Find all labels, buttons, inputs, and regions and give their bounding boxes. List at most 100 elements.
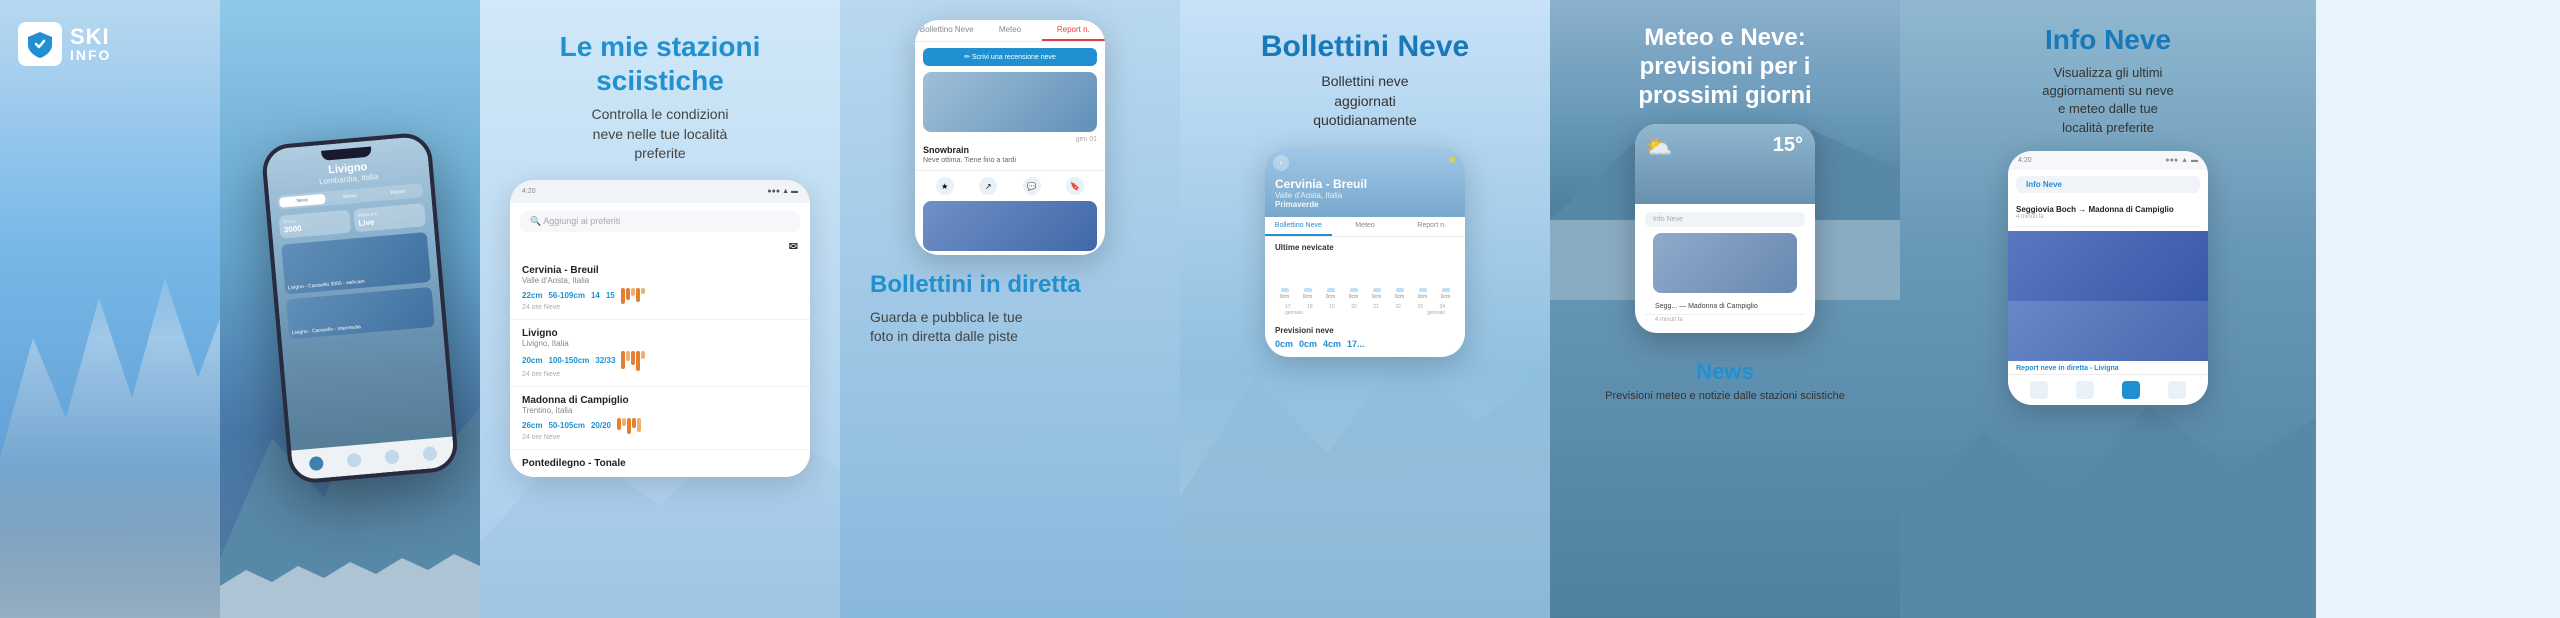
section-phone-hero: Livigno Lombardia, Italia Neve Meteo Rep… bbox=[220, 0, 480, 618]
boll-bar-2: 0cm bbox=[1321, 288, 1340, 300]
diretta-actions: ★ ↗ 💬 🔖 bbox=[915, 170, 1105, 201]
info-neve-signal: ●●● bbox=[2165, 157, 2178, 164]
fav-item-pontedilegno: Pontedilegno - Tonale bbox=[510, 450, 810, 477]
boll-month-row: gennaio gennaio bbox=[1275, 310, 1455, 316]
meteo-news-item-1-meta: 4 minuti fa bbox=[1645, 315, 1805, 325]
boll-bar-2-fill bbox=[1327, 288, 1335, 292]
news-title: News bbox=[1574, 359, 1876, 385]
boll-bar-7: 0cm bbox=[1436, 288, 1455, 300]
phone-tab-meteo[interactable]: Meteo bbox=[327, 190, 374, 204]
section-favorites: Le mie stazioni sciistiche Controlla le … bbox=[480, 0, 840, 618]
info-neve-phone-header: 4:20 ●●● ▲ ▬ bbox=[2008, 151, 2208, 170]
info-neve-list: Seggiovia Boch → Madonna di Campiglio 4 … bbox=[2008, 199, 2208, 227]
phone-info-card-2: Webcam Live bbox=[353, 203, 426, 232]
info-neve-time: 4:20 bbox=[2018, 157, 2032, 164]
boll-bar-4-fill bbox=[1373, 288, 1381, 292]
diretta-item-name: Snowbrain bbox=[915, 145, 1105, 157]
cervinia-stat-4: 15 bbox=[606, 291, 615, 300]
phone-webcam-row-2: Livigno - Carosello - intermedia bbox=[286, 287, 435, 340]
boll-tab-meteo[interactable]: Meteo bbox=[1332, 217, 1399, 236]
info-neve-footer-link[interactable]: Report neve in diretta - Livigna bbox=[2008, 361, 2208, 374]
info-neve-search-label[interactable]: Info Neve bbox=[2016, 176, 2200, 193]
boll-bar-4: 0cm bbox=[1367, 288, 1386, 300]
signal-icon: ●●● bbox=[767, 188, 780, 195]
boll-bar-4-label: 0cm bbox=[1372, 294, 1381, 300]
action-bookmark[interactable]: 🔖 bbox=[1066, 177, 1084, 195]
info-neve-wifi: ▲ bbox=[2181, 157, 2188, 164]
section-info-neve: Info Neve Visualizza gli ultimi aggiorna… bbox=[1900, 0, 2316, 618]
boll-bar-3-label: 0cm bbox=[1349, 294, 1358, 300]
action-star[interactable]: ★ bbox=[936, 177, 954, 195]
diretta-tab-report[interactable]: Report n. bbox=[1042, 20, 1105, 41]
boll-tab-report[interactable]: Report n. bbox=[1398, 217, 1465, 236]
cervinia-stat-3: 14 bbox=[591, 291, 600, 300]
section-diretta: Bollettino Neve Meteo Report n. ✏ Scrivi… bbox=[840, 0, 1180, 618]
meteo-news-image bbox=[1653, 233, 1797, 293]
info-neve-image-2 bbox=[2008, 301, 2208, 361]
phone-nav-search[interactable] bbox=[347, 453, 362, 468]
meteo-news-item-1[interactable]: Segg... — Madonna di Campiglio bbox=[1645, 299, 1805, 315]
footer-nav-icon-4[interactable] bbox=[2168, 381, 2186, 399]
meteo-phone-search[interactable]: Info Neve bbox=[1645, 212, 1805, 227]
diretta-item-desc: Neve ottima. Tiene fino a tardi bbox=[915, 157, 1105, 170]
madonna-bar-2 bbox=[622, 418, 626, 426]
logo-shield bbox=[18, 22, 62, 66]
info-neve-battery: ▬ bbox=[2191, 157, 2198, 164]
boll-back-btn[interactable]: ‹ bbox=[1273, 155, 1289, 171]
bollettini-mountains-deco bbox=[1180, 318, 1550, 618]
fav-item-cervinia-name: Cervinia - Breuil bbox=[522, 265, 798, 276]
fav-item-madonna-name: Madonna di Campiglio bbox=[522, 395, 798, 406]
madonna-bar-4 bbox=[632, 418, 636, 428]
cervinia-stat-label: 24 ore Neve bbox=[522, 304, 798, 311]
boll-bar-0-fill bbox=[1281, 288, 1289, 292]
cervinia-bar bbox=[621, 288, 645, 304]
phone-tab-report[interactable]: Report bbox=[375, 185, 422, 199]
boll-chart: 0cm 0cm 0cm 0cm 0cm bbox=[1265, 256, 1465, 320]
action-share[interactable]: ↗ bbox=[979, 177, 997, 195]
boll-bar-3: 0cm bbox=[1344, 288, 1363, 300]
boll-bar-5-label: 0cm bbox=[1395, 294, 1404, 300]
madonna-stat-3: 20/20 bbox=[591, 421, 611, 430]
phone-webcam-label-2: Livigno - Carosello - intermedia bbox=[292, 324, 361, 336]
date-19: 19 bbox=[1329, 304, 1335, 310]
boll-bar-6-label: 0cm bbox=[1418, 294, 1427, 300]
favorites-subtitle: Controlla le condizioni neve nelle tue l… bbox=[510, 105, 810, 164]
footer-nav-icon-1[interactable] bbox=[2030, 381, 2048, 399]
phone-screen-content: Livigno Lombardia, Italia Neve Meteo Rep… bbox=[265, 136, 444, 348]
forecast-3: 17... bbox=[1347, 339, 1365, 349]
news-subtitle: Previsioni meteo e notizie dalle stazion… bbox=[1574, 389, 1876, 404]
livigno-bar bbox=[621, 351, 645, 371]
boll-location: Cervinia - Breuil bbox=[1275, 177, 1455, 191]
section-bollettini: Bollettini Neve Bollettini neve aggiorna… bbox=[1180, 0, 1550, 618]
phone-nav-map[interactable] bbox=[384, 449, 399, 464]
madonna-bar bbox=[617, 418, 641, 434]
phone-nav-home[interactable] bbox=[309, 456, 324, 471]
phone-nav-profile[interactable] bbox=[422, 446, 437, 461]
diretta-tab-bollettino[interactable]: Bollettino Neve bbox=[915, 20, 978, 41]
info-neve-status: ●●● ▲ ▬ bbox=[2165, 157, 2198, 164]
fav-search-bar[interactable]: 🔍 Aggiungi ai preferiti bbox=[520, 211, 800, 232]
boll-tab-bollettino[interactable]: Bollettino Neve bbox=[1265, 217, 1332, 236]
footer-nav-icon-3[interactable] bbox=[2122, 381, 2140, 399]
diretta-tab-meteo[interactable]: Meteo bbox=[978, 20, 1041, 41]
boll-star-btn[interactable]: ★ bbox=[1448, 155, 1457, 166]
phone-mockup: Livigno Lombardia, Italia Neve Meteo Rep… bbox=[260, 131, 459, 485]
phone-tab-bollettino[interactable]: Neve bbox=[279, 194, 326, 208]
fav-card-header: 4:20 ●●● ▲ ▬ bbox=[510, 180, 810, 203]
fav-list-header: ✉ bbox=[510, 240, 810, 253]
boll-bar-0-label: 0cm bbox=[1280, 294, 1289, 300]
diretta-tabs: Bollettino Neve Meteo Report n. bbox=[915, 20, 1105, 42]
action-comment[interactable]: 💬 bbox=[1023, 177, 1041, 195]
footer-nav-icon-2[interactable] bbox=[2076, 381, 2094, 399]
livigno-stat-2: 100-150cm bbox=[548, 356, 589, 365]
meteo-title: Meteo e Neve: previsioni per i prossimi … bbox=[1574, 24, 1876, 110]
bar-4 bbox=[636, 288, 640, 302]
boll-chart-bars: 0cm 0cm 0cm 0cm 0cm bbox=[1275, 260, 1455, 300]
bollettini-subtitle: Bollettini neve aggiornati quotidianamen… bbox=[1180, 72, 1550, 131]
diretta-write-btn[interactable]: ✏ Scrivi una recensione neve bbox=[923, 48, 1097, 66]
fav-item-livigno-stats: 20cm 100-150cm 32/33 bbox=[522, 351, 798, 371]
boll-ultime-title: Ultime nevicate bbox=[1265, 237, 1465, 256]
diretta-text-block: Bollettini in diretta Guarda e pubblica … bbox=[840, 255, 1180, 363]
fav-item-livigno: Livigno Livigno, Italia 20cm 100-150cm 3… bbox=[510, 320, 810, 387]
month-end: gennaio bbox=[1427, 310, 1445, 316]
